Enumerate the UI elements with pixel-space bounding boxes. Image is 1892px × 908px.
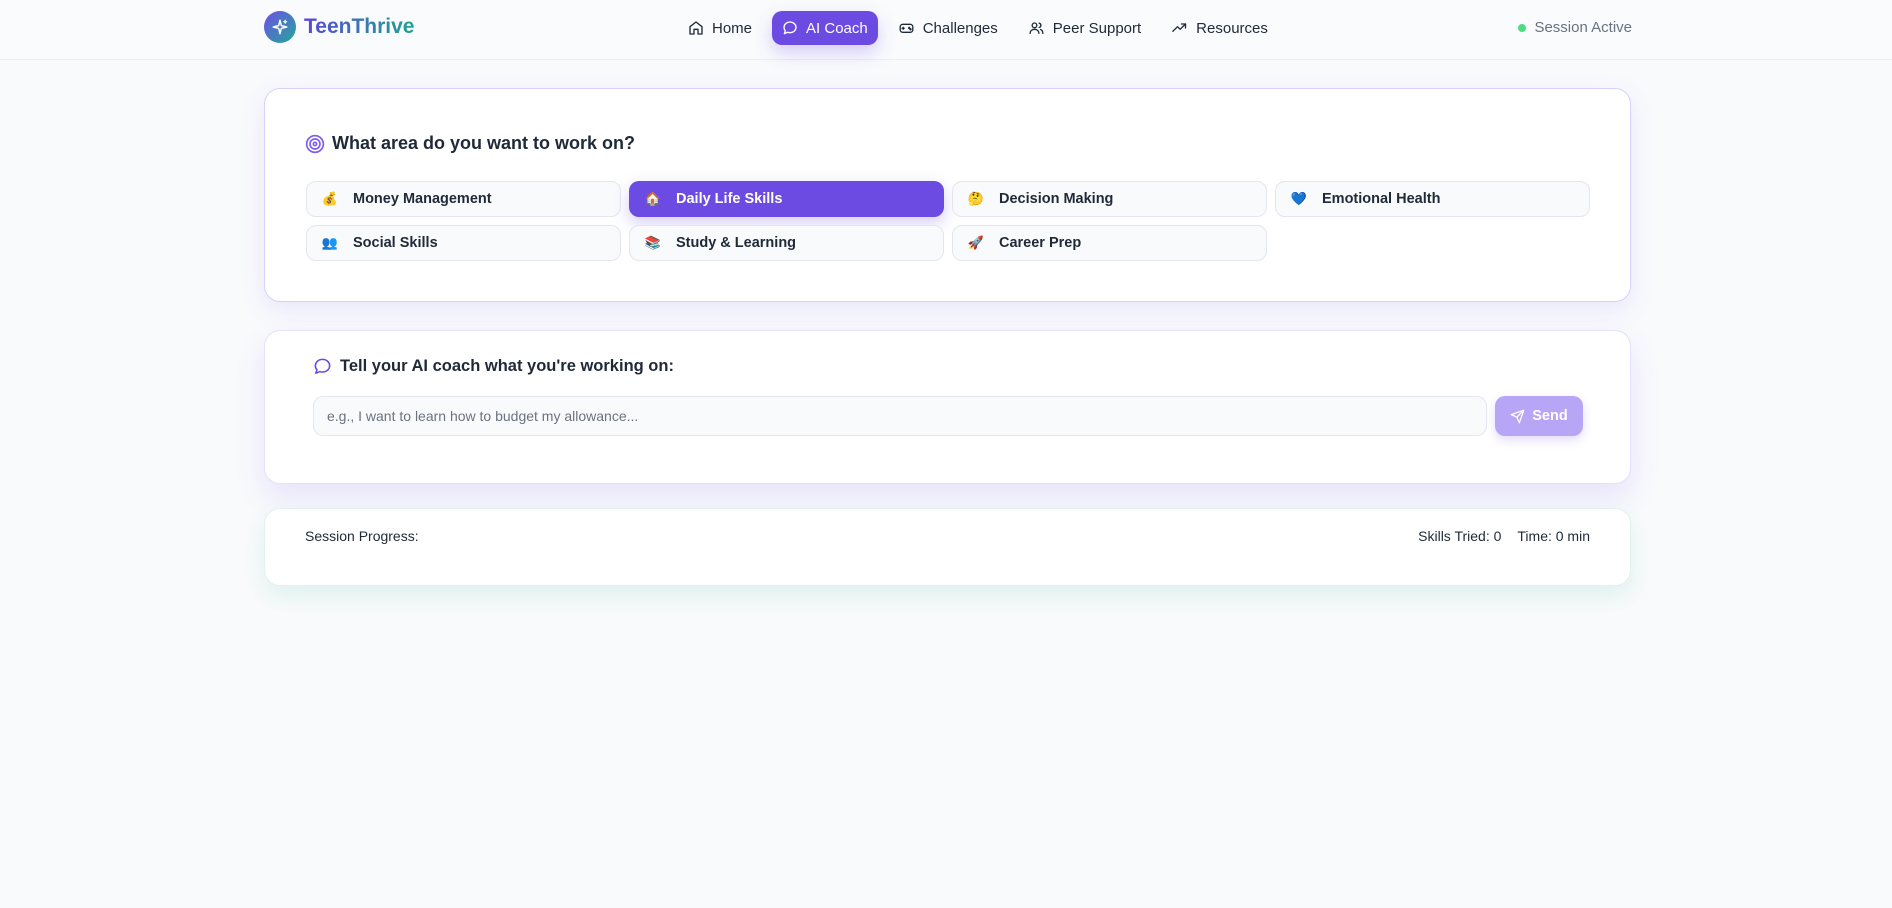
area-label: Decision Making [999,191,1114,207]
area-label: Money Management [353,191,492,207]
top-navbar: TeenThrive Home AI Coach Challenges Peer… [0,0,1892,60]
rocket-icon: 🚀 [967,235,985,250]
chat-bubble-icon [783,21,797,35]
area-emotional-health[interactable]: 💙 Emotional Health [1275,181,1590,217]
area-label: Social Skills [353,235,438,251]
brand[interactable]: TeenThrive [264,11,414,43]
house-icon: 🏠 [644,191,662,206]
area-daily-life-skills[interactable]: 🏠 Daily Life Skills [629,181,944,217]
chat-card: Tell your AI coach what you're working o… [264,330,1631,484]
nav-home[interactable]: Home [678,11,762,45]
area-money-management[interactable]: 💰 Money Management [306,181,621,217]
nav-ai-coach[interactable]: AI Coach [772,11,878,45]
area-decision-making[interactable]: 🤔 Decision Making [952,181,1267,217]
area-social-skills[interactable]: 👥 Social Skills [306,225,621,261]
brand-name: TeenThrive [304,15,415,38]
area-title-text: What area do you want to work on? [332,133,636,153]
session-progress-stats: Skills Tried: 0 Time: 0 min [1418,528,1590,544]
chat-title-text: Tell your AI coach what you're working o… [340,357,674,375]
nav-home-label: Home [712,19,753,37]
session-progress-label: Session Progress: [305,528,419,544]
sparkles-icon [264,11,296,43]
trending-up-icon [1172,23,1187,32]
nav-resources[interactable]: Resources [1161,11,1278,45]
skills-tried-count: Skills Tried: 0 [1418,528,1502,544]
thinking-face-icon: 🤔 [967,191,985,206]
area-selection-card: What area do you want to work on? 💰 Mone… [264,88,1631,302]
area-title: What area do you want to work on? [305,133,635,154]
nav-ai-coach-label: AI Coach [806,19,868,37]
gamepad-icon [899,23,914,33]
send-icon [1510,409,1525,423]
area-label: Career Prep [999,235,1082,251]
coach-message-input[interactable] [313,396,1487,436]
session-progress-card: Session Progress: Skills Tried: 0 Time: … [264,508,1631,586]
nav-challenges[interactable]: Challenges [888,11,1008,45]
session-time: Time: 0 min [1517,528,1590,544]
nav-peer-support[interactable]: Peer Support [1018,11,1151,45]
chat-bubble-icon [314,358,331,375]
session-status: Session Active [1518,19,1632,36]
nav-peer-support-label: Peer Support [1052,19,1142,37]
target-icon [305,134,325,153]
session-status-label: Session Active [1534,19,1632,36]
home-icon [689,21,703,35]
send-button-label: Send [1532,408,1568,424]
books-icon: 📚 [644,235,662,250]
area-career-prep[interactable]: 🚀 Career Prep [952,225,1267,261]
nav-resources-label: Resources [1196,19,1268,37]
send-button[interactable]: Send [1495,396,1583,436]
status-dot-icon [1518,23,1527,32]
area-label: Daily Life Skills [676,191,783,207]
area-study-learning[interactable]: 📚 Study & Learning [629,225,944,261]
blue-heart-icon: 💙 [1290,191,1308,206]
nav-challenges-label: Challenges [922,19,998,37]
people-icon: 👥 [321,235,339,250]
users-icon [1029,22,1044,34]
area-label: Study & Learning [676,235,797,251]
main-nav: Home AI Coach Challenges Peer Support Re… [678,11,1288,45]
area-label: Emotional Health [1322,191,1441,207]
money-bag-icon: 💰 [321,191,339,206]
chat-title: Tell your AI coach what you're working o… [313,357,674,376]
